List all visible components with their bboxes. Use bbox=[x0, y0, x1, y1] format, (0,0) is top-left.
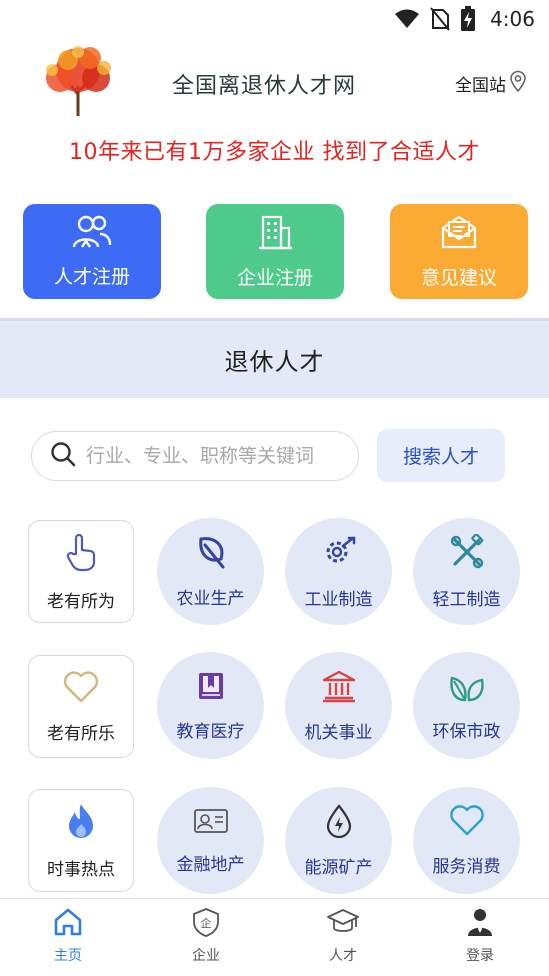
people-icon bbox=[72, 215, 112, 254]
plant-icon bbox=[448, 670, 486, 707]
feedback-button[interactable]: 意见建议 bbox=[390, 204, 528, 299]
flame-icon bbox=[65, 802, 97, 845]
tab-label: 人才 bbox=[329, 948, 357, 964]
section-title: 退休人才 bbox=[224, 348, 325, 376]
slogan: 10年来已有1万多家企业 找到了合适人才 bbox=[69, 140, 480, 165]
category-government-institutions[interactable]: 机关事业 bbox=[285, 652, 392, 759]
no-sim-icon bbox=[430, 7, 450, 31]
category-agriculture[interactable]: 农业生产 bbox=[157, 518, 264, 625]
search-box[interactable] bbox=[31, 431, 359, 481]
category-label: 金融地产 bbox=[176, 854, 245, 875]
enterprise-register-label: 企业注册 bbox=[236, 266, 313, 289]
tab-label: 企业 bbox=[192, 948, 220, 964]
search-icon bbox=[50, 441, 76, 471]
section-header: 退休人才 bbox=[0, 318, 549, 398]
category-label: 服务消费 bbox=[432, 856, 501, 877]
search-talent-button[interactable]: 搜索人才 bbox=[377, 429, 505, 482]
category-light-industry[interactable]: 轻工制造 bbox=[413, 518, 520, 625]
enterprise-register-button[interactable]: 企业注册 bbox=[206, 204, 344, 299]
category-label: 时事热点 bbox=[47, 859, 115, 880]
government-building-icon bbox=[321, 669, 357, 708]
category-label: 能源矿产 bbox=[304, 857, 373, 878]
id-card-icon bbox=[193, 807, 229, 840]
energy-drop-icon bbox=[325, 803, 353, 843]
category-label: 农业生产 bbox=[176, 588, 245, 609]
tools-icon bbox=[449, 532, 485, 575]
user-icon bbox=[465, 907, 495, 941]
home-icon bbox=[53, 907, 83, 941]
app-title: 全国离退休人才网 bbox=[172, 74, 357, 99]
category-active-elderly[interactable]: 老有所为 bbox=[28, 520, 134, 623]
category-label: 教育医疗 bbox=[176, 721, 245, 742]
location-pin-icon bbox=[509, 70, 527, 97]
clock: 4:06 bbox=[490, 7, 535, 31]
category-label: 环保市政 bbox=[432, 721, 501, 742]
enterprise-shield-icon: 企 bbox=[191, 907, 221, 941]
building-icon bbox=[257, 214, 293, 255]
category-education-medical[interactable]: 教育医疗 bbox=[157, 652, 264, 759]
wifi-icon bbox=[394, 9, 420, 29]
category-label: 轻工制造 bbox=[432, 589, 501, 610]
category-service-consumption[interactable]: 服务消费 bbox=[413, 787, 520, 894]
category-finance-real-estate[interactable]: 金融地产 bbox=[157, 787, 264, 894]
bottom-tab-bar: 主页 企 企业 人才 登录 bbox=[0, 898, 549, 976]
leaf-icon bbox=[195, 535, 227, 574]
category-label: 机关事业 bbox=[304, 722, 373, 743]
tab-label: 主页 bbox=[54, 948, 82, 964]
talent-register-label: 人才注册 bbox=[53, 265, 130, 288]
category-environmental-municipal[interactable]: 环保市政 bbox=[413, 652, 520, 759]
tab-home[interactable]: 主页 bbox=[28, 907, 108, 965]
tab-label: 登录 bbox=[466, 948, 494, 964]
svg-text:企: 企 bbox=[201, 916, 212, 930]
tab-login[interactable]: 登录 bbox=[440, 907, 520, 965]
battery-charging-icon bbox=[460, 6, 476, 32]
category-label: 老有所乐 bbox=[47, 723, 115, 744]
feedback-label: 意见建议 bbox=[420, 266, 497, 289]
tab-talent[interactable]: 人才 bbox=[303, 907, 383, 965]
site-selector[interactable]: 全国站 bbox=[455, 70, 527, 97]
header: 全国离退休人才网 全国站 bbox=[0, 38, 549, 128]
category-leisure-elderly[interactable]: 老有所乐 bbox=[28, 655, 134, 758]
gear-wrench-icon bbox=[321, 534, 357, 575]
site-label: 全国站 bbox=[455, 76, 506, 96]
search-input[interactable] bbox=[86, 445, 336, 467]
category-industrial-manufacturing[interactable]: 工业制造 bbox=[285, 518, 392, 625]
status-bar: 4:06 bbox=[0, 0, 549, 38]
envelope-icon bbox=[440, 214, 478, 255]
category-label: 老有所为 bbox=[47, 591, 115, 612]
tab-enterprise[interactable]: 企 企业 bbox=[166, 907, 246, 965]
category-current-affairs[interactable]: 时事热点 bbox=[28, 789, 134, 892]
heart-outline-icon bbox=[62, 670, 100, 709]
graduation-cap-icon bbox=[326, 907, 360, 941]
heart-icon bbox=[449, 804, 485, 842]
tree-logo bbox=[38, 42, 120, 118]
category-energy-mining[interactable]: 能源矿产 bbox=[285, 787, 392, 894]
book-icon bbox=[196, 670, 226, 707]
category-label: 工业制造 bbox=[304, 589, 373, 610]
talent-register-button[interactable]: 人才注册 bbox=[23, 204, 161, 299]
hand-pointer-icon bbox=[64, 532, 98, 577]
